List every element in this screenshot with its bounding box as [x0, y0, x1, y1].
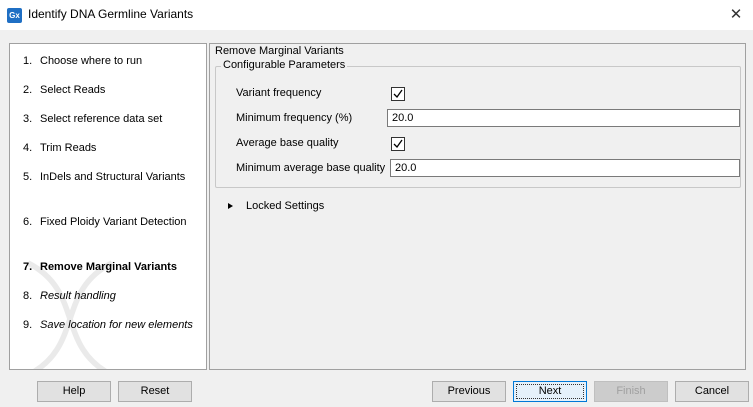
min-average-base-quality-field[interactable]: 20.0 — [390, 159, 740, 177]
variant-frequency-label: Variant frequency — [236, 87, 322, 99]
step-number: 1. — [23, 55, 33, 67]
step-number: 7. — [23, 261, 33, 273]
average-base-quality-label: Average base quality — [236, 137, 339, 149]
step-label: Trim Reads — [40, 142, 97, 154]
step-label: Select Reads — [40, 84, 106, 96]
average-base-quality-checkbox[interactable] — [391, 137, 405, 151]
previous-button[interactable]: Previous — [432, 381, 506, 402]
wizard-steps-sidebar: 1. Choose where to run 2. Select Reads 3… — [9, 43, 207, 370]
step-number: 2. — [23, 84, 33, 96]
configurable-parameters-group: Configurable Parameters Variant frequenc… — [215, 59, 741, 188]
variant-frequency-checkbox[interactable] — [391, 87, 405, 101]
app-logo-icon: Gx — [7, 8, 22, 23]
step-label: InDels and Structural Variants — [40, 171, 186, 183]
locked-settings-label: Locked Settings — [246, 200, 325, 212]
expand-triangle-icon — [228, 203, 233, 209]
checkmark-icon — [393, 139, 403, 149]
step-number: 9. — [23, 319, 33, 331]
min-frequency-label: Minimum frequency (%) — [236, 112, 353, 124]
step-number: 6. — [23, 216, 33, 228]
step-number: 3. — [23, 113, 33, 125]
min-frequency-field[interactable]: 20.0 — [387, 109, 740, 127]
section-title: Remove Marginal Variants — [215, 45, 344, 57]
finish-button[interactable]: Finish — [594, 381, 668, 402]
title-bar: Gx Identify DNA Germline Variants ✕ — [0, 0, 753, 31]
close-icon[interactable]: ✕ — [719, 0, 753, 30]
step-number: 8. — [23, 290, 33, 302]
step-label: Choose where to run — [40, 55, 143, 67]
step-label: Result handling — [40, 290, 116, 302]
dialog-body: 1. Choose where to run 2. Select Reads 3… — [0, 30, 753, 407]
min-average-base-quality-label: Minimum average base quality — [236, 162, 386, 174]
next-button[interactable]: Next — [513, 381, 587, 402]
step-label: Remove Marginal Variants — [40, 261, 177, 273]
help-button[interactable]: Help — [37, 381, 111, 402]
reset-button[interactable]: Reset — [118, 381, 192, 402]
checkmark-icon — [393, 89, 403, 99]
parameters-panel: Remove Marginal Variants Configurable Pa… — [209, 43, 746, 370]
step-label: Fixed Ploidy Variant Detection — [40, 216, 187, 228]
group-title: Configurable Parameters — [221, 59, 348, 71]
step-number: 5. — [23, 171, 33, 183]
step-label: Save location for new elements — [40, 319, 193, 331]
window-title: Identify DNA Germline Variants — [28, 7, 194, 21]
step-number: 4. — [23, 142, 33, 154]
cancel-button[interactable]: Cancel — [675, 381, 749, 402]
step-label: Select reference data set — [40, 113, 163, 125]
